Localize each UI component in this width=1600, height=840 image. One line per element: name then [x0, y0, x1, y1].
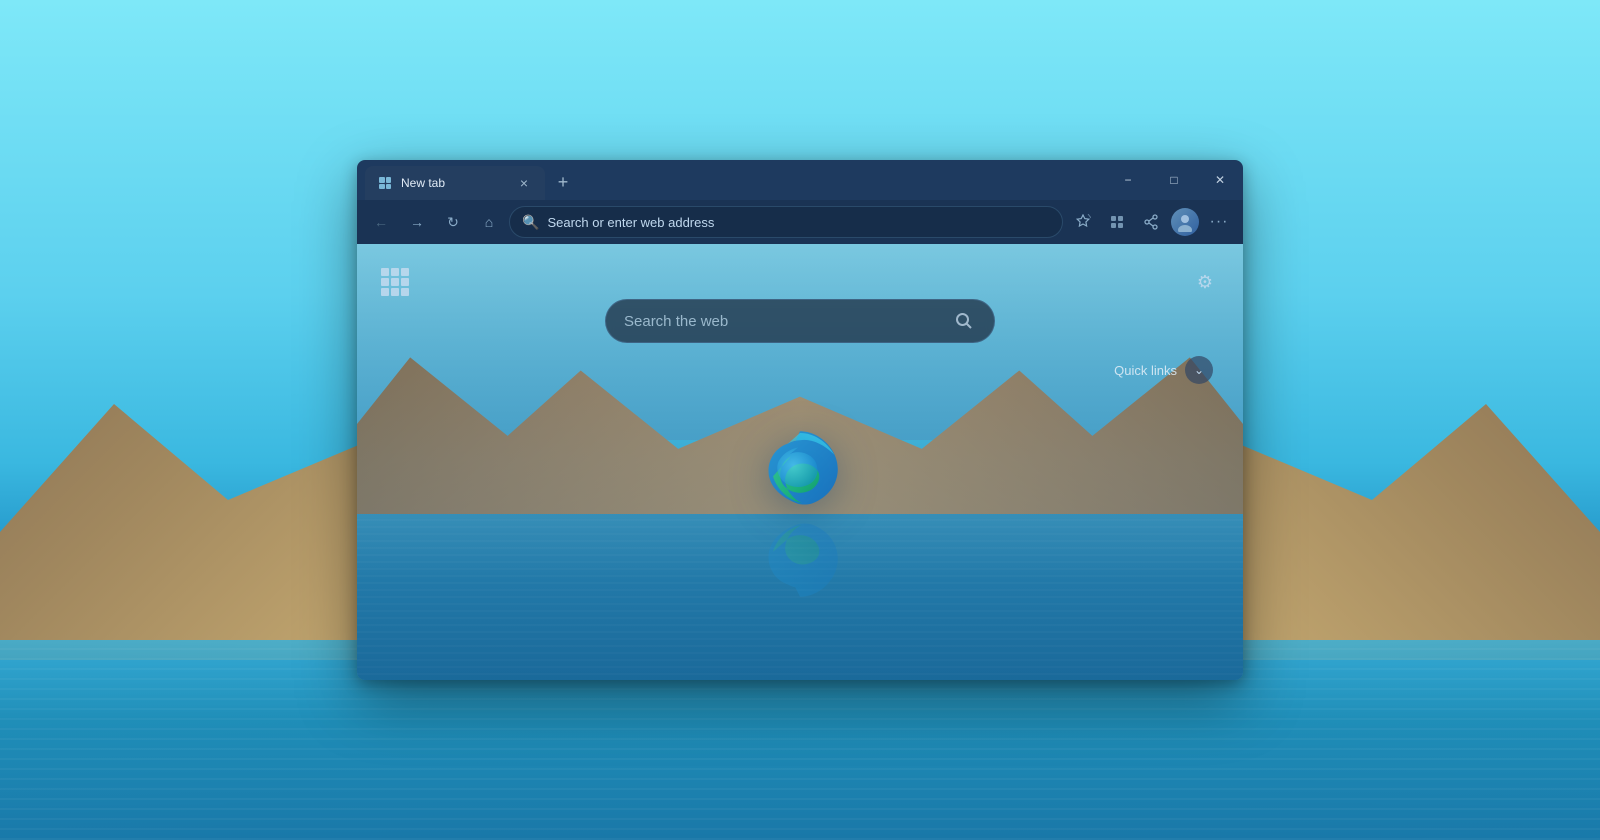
active-tab[interactable]: New tab ×	[365, 166, 545, 200]
edge-logo-reflection	[755, 514, 845, 604]
back-button[interactable]: ←	[365, 206, 397, 238]
quick-links-bar: Quick links ⌄	[1114, 356, 1213, 384]
search-address-icon: 🔍	[522, 214, 539, 231]
search-submit-button[interactable]	[948, 305, 980, 337]
tab-label: New tab	[401, 176, 507, 190]
title-bar: New tab × + − □ ✕	[357, 160, 1243, 200]
search-input-placeholder: Search the web	[624, 313, 938, 330]
edge-logo	[755, 424, 845, 514]
forward-button[interactable]: →	[401, 206, 433, 238]
more-button[interactable]: ···	[1203, 206, 1235, 238]
tab-strip: New tab × +	[365, 160, 1105, 200]
settings-icon: ⚙	[1197, 272, 1213, 293]
new-tab-content: ⚙ Search the web Quick links ⌄	[357, 244, 1243, 680]
maximize-button[interactable]: □	[1151, 160, 1197, 200]
browser-window: New tab × + − □ ✕ ← → ↻ ⌂ 🔍 Search or en…	[357, 160, 1243, 680]
search-container: Search the web	[605, 299, 995, 343]
share-button[interactable]	[1135, 206, 1167, 238]
window-controls: − □ ✕	[1105, 160, 1243, 200]
address-bar[interactable]: 🔍 Search or enter web address	[509, 206, 1063, 238]
close-button[interactable]: ✕	[1197, 160, 1243, 200]
minimize-button[interactable]: −	[1105, 160, 1151, 200]
quick-links-label: Quick links	[1114, 363, 1177, 378]
tab-favicon	[377, 175, 393, 191]
tab-close-button[interactable]: ×	[515, 174, 533, 192]
apps-button[interactable]	[377, 264, 413, 300]
address-bar-text: Search or enter web address	[547, 215, 1050, 230]
favorites-button[interactable]	[1067, 206, 1099, 238]
collections-button[interactable]	[1101, 206, 1133, 238]
profile-button[interactable]	[1169, 206, 1201, 238]
navigation-bar: ← → ↻ ⌂ 🔍 Search or enter web address	[357, 200, 1243, 244]
profile-avatar	[1171, 208, 1199, 236]
refresh-button[interactable]: ↻	[437, 206, 469, 238]
settings-button[interactable]: ⚙	[1187, 264, 1223, 300]
more-icon: ···	[1210, 213, 1229, 231]
toolbar-icons: ···	[1067, 206, 1235, 238]
apps-grid-icon	[381, 268, 409, 296]
desktop-mountain-right	[1220, 340, 1600, 660]
home-button[interactable]: ⌂	[473, 206, 505, 238]
quick-links-toggle-button[interactable]: ⌄	[1185, 356, 1213, 384]
desktop-mountain-left	[0, 340, 380, 660]
search-box[interactable]: Search the web	[605, 299, 995, 343]
chevron-down-icon: ⌄	[1194, 363, 1204, 377]
new-tab-button[interactable]: +	[549, 168, 577, 196]
